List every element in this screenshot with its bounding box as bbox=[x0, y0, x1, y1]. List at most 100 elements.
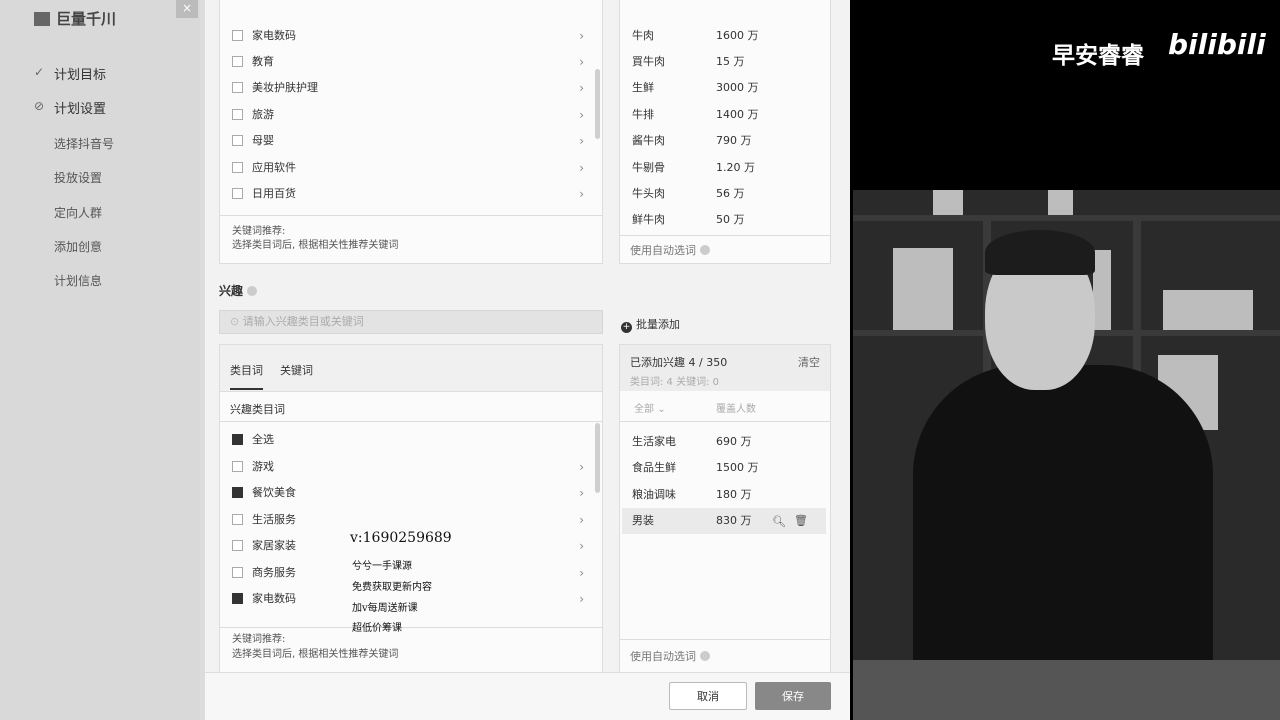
book bbox=[1093, 250, 1111, 330]
checkbox[interactable] bbox=[232, 188, 243, 199]
nav-plan-info[interactable]: 计划信息 bbox=[54, 272, 102, 289]
list-item[interactable]: 游戏 › bbox=[232, 454, 590, 480]
checkbox[interactable] bbox=[232, 593, 243, 604]
interest-category-header: 兴趣类目词 bbox=[230, 403, 285, 416]
tab-keywords[interactable]: 关键词 bbox=[280, 362, 313, 378]
contact-overlay: v:1690259689 bbox=[350, 530, 452, 546]
nav-add-creative[interactable]: 添加创意 bbox=[54, 238, 102, 255]
divider bbox=[620, 639, 830, 640]
help-icon[interactable] bbox=[247, 286, 258, 296]
added-row: 粮油调味 180 万 bbox=[632, 482, 818, 508]
checkbox[interactable] bbox=[232, 135, 243, 146]
list-item[interactable]: 母婴 › bbox=[232, 128, 590, 154]
keyword-row: 牛排 1400 万 bbox=[632, 102, 818, 128]
checkbox[interactable] bbox=[232, 567, 243, 578]
keyword-row: 牛头肉 56 万 bbox=[632, 181, 818, 207]
added-row: 生活家电 690 万 bbox=[632, 429, 818, 455]
list-item[interactable]: 家电数码 › bbox=[232, 23, 590, 49]
checkbox[interactable] bbox=[232, 82, 243, 93]
list-item[interactable]: 旅游 › bbox=[232, 102, 590, 128]
list-item[interactable]: 应用软件 › bbox=[232, 155, 590, 181]
filter-select[interactable]: 全部 ⌄ bbox=[634, 400, 666, 415]
list-item[interactable]: 日用百货 › bbox=[232, 181, 590, 207]
interest-label: 食品生鲜 bbox=[632, 461, 676, 474]
added-row: 食品生鲜 1500 万 bbox=[632, 455, 818, 481]
webcam-feed bbox=[853, 190, 1280, 720]
chevron-right-icon[interactable]: › bbox=[579, 507, 584, 533]
checkbox[interactable] bbox=[232, 162, 243, 173]
auto-keyword-link[interactable]: 使用自动选词 bbox=[630, 648, 710, 664]
interest-count: 180 万 bbox=[716, 488, 752, 501]
search-icon[interactable]: 🔍︎ bbox=[772, 515, 786, 528]
chevron-right-icon[interactable]: › bbox=[579, 75, 584, 101]
checkbox[interactable] bbox=[232, 461, 243, 472]
added-breakdown: 类目词: 4 关键词: 0 bbox=[630, 377, 719, 388]
keyword-count: 15 万 bbox=[716, 55, 745, 68]
checkbox[interactable] bbox=[232, 56, 243, 67]
keyword-count: 1600 万 bbox=[716, 29, 759, 42]
item-label: 生活服务 bbox=[252, 513, 296, 526]
checkbox[interactable] bbox=[232, 434, 243, 445]
nav-audience[interactable]: 定向人群 bbox=[54, 204, 102, 221]
book bbox=[893, 248, 953, 330]
auto-keyword-link[interactable]: 使用自动选词 bbox=[630, 242, 710, 258]
chevron-right-icon[interactable]: › bbox=[579, 102, 584, 128]
list-item[interactable]: 教育 › bbox=[232, 49, 590, 75]
list-item[interactable]: 美妆护肤护理 › bbox=[232, 75, 590, 101]
chair bbox=[853, 660, 1280, 720]
chevron-right-icon[interactable]: › bbox=[579, 454, 584, 480]
checkbox[interactable] bbox=[232, 540, 243, 551]
added-row[interactable]: 男装 830 万 bbox=[632, 508, 818, 534]
scrollbar[interactable] bbox=[595, 69, 600, 139]
chevron-right-icon[interactable]: › bbox=[579, 560, 584, 586]
keyword-hint-title: 关键词推荐: bbox=[232, 634, 286, 645]
divider bbox=[620, 235, 830, 236]
divider bbox=[220, 391, 602, 392]
keyword-row: 酱牛肉 790 万 bbox=[632, 128, 818, 154]
checkbox[interactable] bbox=[232, 514, 243, 525]
checkbox[interactable] bbox=[232, 487, 243, 498]
chevron-right-icon[interactable]: › bbox=[579, 49, 584, 75]
chevron-down-icon: ⌄ bbox=[657, 404, 666, 415]
targeting-drawer: 家电数码 › 教育 › 美妆护肤护理 › 旅游 › 母婴 › 应用软件 › 日用百货 › 关键… bbox=[205, 0, 850, 720]
check-icon: ✓ bbox=[34, 65, 45, 79]
close-icon[interactable]: × bbox=[176, 0, 198, 18]
search-placeholder: 请输入兴趣类目或关键词 bbox=[242, 315, 364, 328]
clear-button[interactable]: 清空 bbox=[798, 354, 820, 370]
chevron-right-icon[interactable]: › bbox=[579, 586, 584, 612]
nav-plan-goal[interactable]: 计划目标 bbox=[54, 64, 106, 83]
item-label: 美妆护肤护理 bbox=[252, 81, 318, 94]
chevron-right-icon[interactable]: › bbox=[579, 23, 584, 49]
sidebar: 巨量千川 ✓ 计划目标 ⊘ 计划设置 选择抖音号 投放设置 定向人群 添加创意 … bbox=[0, 0, 200, 720]
shelf bbox=[853, 215, 1280, 221]
save-button[interactable]: 保存 bbox=[755, 682, 831, 710]
help-icon[interactable] bbox=[700, 245, 710, 255]
list-item[interactable]: 全选 bbox=[232, 427, 590, 453]
keyword-label: 鲜牛肉 bbox=[632, 213, 665, 226]
scrollbar[interactable] bbox=[595, 423, 600, 493]
nav-plan-settings[interactable]: 计划设置 bbox=[54, 98, 106, 117]
help-icon[interactable] bbox=[700, 651, 710, 661]
item-label: 应用软件 bbox=[252, 161, 296, 174]
keyword-label: 牛肉 bbox=[632, 29, 654, 42]
cancel-button[interactable]: 取消 bbox=[669, 682, 747, 710]
list-item[interactable]: 餐饮美食 › bbox=[232, 480, 590, 506]
video-panel: 早安睿睿 bilibili bbox=[850, 0, 1280, 720]
batch-add-button[interactable]: + 批量添加 bbox=[621, 316, 680, 333]
chevron-right-icon[interactable]: › bbox=[579, 128, 584, 154]
trash-icon[interactable]: 🗑︎ bbox=[794, 514, 808, 527]
chevron-right-icon[interactable]: › bbox=[579, 480, 584, 506]
keyword-count: 3000 万 bbox=[716, 81, 759, 94]
interest-category-box: 类目词 关键词 兴趣类目词 全选 游戏 › 餐饮美食 › 生活服务 › 家居家装 › 商… bbox=[219, 344, 603, 674]
interest-search-input[interactable]: ⊙ 请输入兴趣类目或关键词 bbox=[219, 310, 603, 334]
chevron-right-icon[interactable]: › bbox=[579, 533, 584, 559]
checkbox[interactable] bbox=[232, 30, 243, 41]
nav-select-douyin[interactable]: 选择抖音号 bbox=[54, 135, 114, 152]
nav-delivery-settings[interactable]: 投放设置 bbox=[54, 169, 102, 186]
overlay-line-3: 加v每周送新课 bbox=[352, 603, 418, 614]
chevron-right-icon[interactable]: › bbox=[579, 181, 584, 207]
tab-category-words[interactable]: 类目词 bbox=[230, 362, 263, 390]
added-interest-box: 已添加兴趣 4 / 350 清空 类目词: 4 关键词: 0 全部 ⌄ 覆盖人数… bbox=[619, 344, 831, 674]
checkbox[interactable] bbox=[232, 109, 243, 120]
chevron-right-icon[interactable]: › bbox=[579, 155, 584, 181]
